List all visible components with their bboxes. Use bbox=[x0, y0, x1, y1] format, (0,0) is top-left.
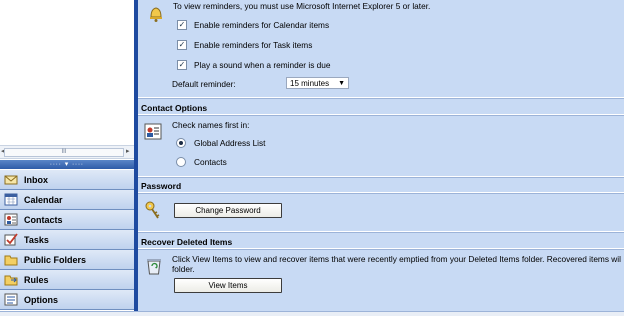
nav-item-rules[interactable]: Rules bbox=[0, 270, 134, 290]
nav-item-calendar[interactable]: Calendar bbox=[0, 190, 134, 210]
nav-item-contacts[interactable]: Contacts bbox=[0, 210, 134, 230]
options-panel: To view reminders, you must use Microsof… bbox=[138, 0, 624, 315]
nav-item-options[interactable]: Options bbox=[0, 290, 134, 310]
rules-icon bbox=[4, 273, 18, 286]
contacts-radio[interactable] bbox=[176, 157, 186, 167]
nav-item-tasks[interactable]: Tasks bbox=[0, 230, 134, 250]
reminder-sound-checkbox[interactable]: ✓ bbox=[177, 60, 187, 70]
calendar-reminder-label: Enable reminders for Calendar items bbox=[194, 20, 330, 30]
dropdown-arrow-icon: ▼ bbox=[338, 80, 345, 87]
scrollbar-thumb[interactable]: III bbox=[4, 148, 124, 157]
calendar-icon bbox=[4, 193, 18, 206]
nav-item-label: Tasks bbox=[24, 234, 49, 245]
section-divider bbox=[138, 176, 624, 178]
contacts-radio-label: Contacts bbox=[194, 157, 227, 167]
options-icon bbox=[4, 293, 18, 306]
view-items-button[interactable]: View Items bbox=[174, 278, 282, 293]
check-names-label: Check names first in: bbox=[172, 120, 250, 130]
recover-description-line1: Click View Items to view and recover ite… bbox=[172, 254, 621, 264]
nav-list: Inbox Calendar Contacts Tasks Public Fol… bbox=[0, 170, 134, 310]
recover-deleted-items-title: Recover Deleted Items bbox=[141, 237, 233, 247]
nav-item-public-folders[interactable]: Public Folders bbox=[0, 250, 134, 270]
default-reminder-select[interactable]: 15 minutes ▼ bbox=[286, 77, 349, 89]
nav-item-label: Calendar bbox=[24, 194, 63, 205]
contact-options-title: Contact Options bbox=[141, 103, 208, 113]
public-folders-icon bbox=[4, 253, 18, 266]
nav-item-label: Rules bbox=[24, 274, 49, 285]
tasks-icon bbox=[4, 233, 18, 246]
change-password-button[interactable]: Change Password bbox=[174, 203, 282, 218]
password-title: Password bbox=[141, 181, 182, 191]
reminder-bell-icon bbox=[146, 4, 166, 24]
address-book-icon bbox=[143, 122, 163, 142]
section-divider bbox=[138, 97, 624, 99]
horizontal-scrollbar[interactable]: ◂ III ▸ bbox=[0, 145, 134, 159]
section-divider bbox=[138, 114, 624, 116]
calendar-reminder-checkbox[interactable]: ✓ bbox=[177, 20, 187, 30]
nav-item-label: Contacts bbox=[24, 214, 63, 225]
scroll-right-arrow-icon[interactable]: ▸ bbox=[126, 147, 130, 155]
contacts-icon bbox=[4, 213, 18, 226]
section-divider bbox=[138, 192, 624, 194]
global-address-list-radio[interactable] bbox=[176, 138, 186, 148]
global-address-list-label: Global Address List bbox=[194, 138, 266, 148]
task-reminder-checkbox[interactable]: ✓ bbox=[177, 40, 187, 50]
reminder-notice: To view reminders, you must use Microsof… bbox=[173, 1, 431, 11]
section-divider bbox=[138, 231, 624, 233]
reminder-sound-label: Play a sound when a reminder is due bbox=[194, 60, 331, 70]
nav-item-inbox[interactable]: Inbox bbox=[0, 170, 134, 190]
recycle-bin-icon bbox=[144, 256, 164, 276]
navigation-pane: ◂ III ▸ ∙∙∙∙ ▾ ∙∙∙∙ Inbox Calendar Conta… bbox=[0, 0, 138, 315]
nav-pane-splitter[interactable]: ∙∙∙∙ ▾ ∙∙∙∙ bbox=[0, 160, 134, 169]
keys-icon bbox=[143, 199, 163, 219]
section-divider bbox=[138, 248, 624, 250]
inbox-icon bbox=[4, 173, 18, 186]
task-reminder-label: Enable reminders for Task items bbox=[194, 40, 313, 50]
nav-item-label: Options bbox=[24, 294, 58, 305]
default-reminder-value: 15 minutes bbox=[290, 79, 330, 88]
recover-description-line2: folder. bbox=[172, 264, 195, 274]
nav-item-label: Public Folders bbox=[24, 254, 87, 265]
nav-item-label: Inbox bbox=[24, 174, 48, 185]
default-reminder-label: Default reminder: bbox=[172, 79, 236, 89]
status-bar bbox=[0, 311, 624, 316]
